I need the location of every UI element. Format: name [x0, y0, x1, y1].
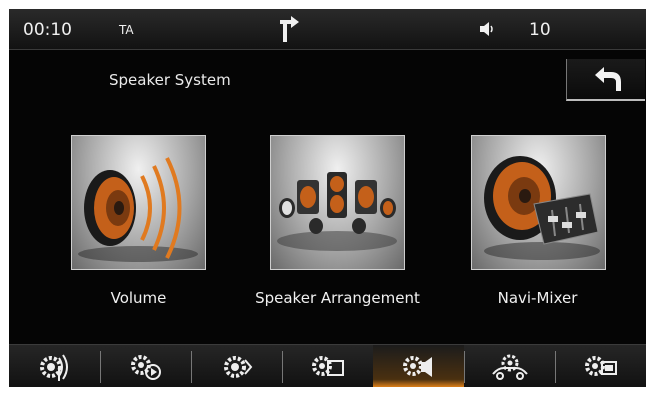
- speaker-settings-icon: [402, 355, 432, 377]
- vehicle-settings-icon: [491, 354, 528, 380]
- tab-display-settings[interactable]: [282, 345, 373, 387]
- tab-antenna-settings[interactable]: [9, 345, 100, 387]
- speaker-arrangement-label: Speaker Arrangement: [255, 289, 420, 307]
- back-arrow-icon: [595, 67, 621, 91]
- status-bar: 00:10 TA 10: [9, 9, 646, 50]
- speaker-volume-icon: [480, 22, 493, 36]
- general-settings-icon: [223, 355, 252, 378]
- tab-vehicle-settings[interactable]: [464, 345, 555, 387]
- page-title: Speaker System: [109, 71, 231, 89]
- back-button[interactable]: [566, 59, 645, 101]
- tab-screen-settings[interactable]: [555, 345, 646, 387]
- tab-media-settings[interactable]: [100, 345, 191, 387]
- infotainment-screen: 00:10 TA 10 Speaker System Volume Speake…: [9, 9, 646, 387]
- clock: 00:10: [23, 20, 72, 40]
- settings-tab-bar: [9, 344, 646, 387]
- navi-mixer-label: Navi-Mixer: [497, 289, 578, 307]
- speaker-arrangement-tile[interactable]: [270, 135, 405, 270]
- navigation-turn-icon: [280, 16, 299, 42]
- antenna-settings-icon: [39, 353, 68, 381]
- screen-settings-icon: [584, 355, 617, 376]
- volume-tile[interactable]: [71, 135, 206, 270]
- display-settings-icon: [311, 355, 344, 376]
- volume-level: 10: [529, 20, 551, 40]
- speaker-arrangement-icon: [277, 172, 397, 251]
- speaker-volume-waves-icon: [78, 157, 198, 262]
- media-settings-icon: [130, 354, 161, 380]
- tab-general-settings[interactable]: [191, 345, 282, 387]
- volume-label: Volume: [110, 289, 167, 307]
- navi-mixer-tile[interactable]: [471, 135, 606, 270]
- speaker-mixer-icon: [484, 156, 600, 260]
- tab-speaker-settings[interactable]: [373, 345, 464, 387]
- traffic-announcement-indicator: TA: [119, 23, 134, 37]
